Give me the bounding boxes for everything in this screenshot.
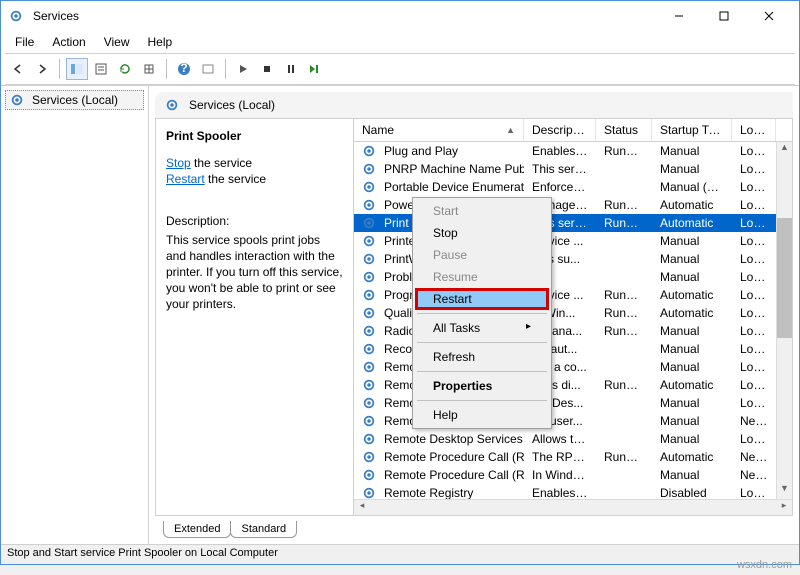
menu-help[interactable]: Help — [140, 33, 181, 51]
refresh-button[interactable] — [114, 58, 136, 80]
ctx-properties[interactable]: Properties — [415, 375, 549, 397]
col-startup[interactable]: Startup Type — [652, 119, 732, 141]
horizontal-scrollbar[interactable]: ◂ ▸ — [354, 499, 792, 515]
tab-standard[interactable]: Standard — [230, 521, 297, 538]
status-bar: Stop and Start service Print Spooler on … — [1, 544, 799, 564]
back-button[interactable] — [7, 58, 29, 80]
gear-icon — [165, 98, 179, 112]
properties-button[interactable] — [90, 58, 112, 80]
table-row[interactable]: Remote Procedure Call (RP...In Windows..… — [354, 466, 776, 484]
menu-action[interactable]: Action — [44, 33, 93, 51]
list-header[interactable]: Name ▲ Description Status Startup Type L… — [354, 119, 792, 142]
scroll-left-button[interactable]: ◂ — [354, 500, 370, 515]
ctx-refresh[interactable]: Refresh — [415, 346, 549, 368]
restart-link[interactable]: Restart — [166, 172, 205, 186]
service-list[interactable]: Name ▲ Description Status Startup Type L… — [354, 119, 792, 515]
ctx-resume[interactable]: Resume — [415, 266, 549, 288]
col-logon[interactable]: Log O — [732, 119, 776, 141]
ctx-all-tasks[interactable]: All Tasks — [415, 317, 549, 339]
export-button[interactable] — [138, 58, 160, 80]
scroll-right-button[interactable]: ▸ — [776, 500, 792, 515]
tree-root-item[interactable]: Services (Local) — [5, 90, 144, 110]
selected-service-name: Print Spooler — [166, 129, 343, 143]
maximize-button[interactable] — [701, 2, 746, 30]
gear-icon — [10, 93, 24, 107]
app-icon — [9, 9, 23, 23]
scroll-up-button[interactable]: ▲ — [777, 142, 792, 158]
ctx-stop[interactable]: Stop — [415, 222, 549, 244]
context-menu: Start Stop Pause Resume Restart All Task… — [412, 197, 552, 429]
ctx-start[interactable]: Start — [415, 200, 549, 222]
watermark: wsxdn.com — [737, 559, 792, 571]
sort-indicator-icon: ▲ — [506, 125, 515, 135]
show-hide-tree-button[interactable] — [66, 58, 88, 80]
services-window: Services File Action View Help ? — [0, 0, 800, 565]
ctx-restart[interactable]: Restart — [415, 288, 549, 310]
description-text: This service spools print jobs and handl… — [166, 232, 343, 313]
menubar: File Action View Help — [1, 31, 799, 53]
stop-service-button[interactable] — [256, 58, 278, 80]
view-tabs: Extended Standard — [155, 516, 793, 538]
menu-view[interactable]: View — [96, 33, 138, 51]
pane-header-label: Services (Local) — [189, 98, 275, 112]
pause-service-button[interactable] — [280, 58, 302, 80]
toolbar: ? — [1, 54, 799, 84]
col-name[interactable]: Name ▲ — [354, 119, 524, 141]
scroll-down-button[interactable]: ▼ — [777, 483, 792, 499]
console-tree[interactable]: Services (Local) — [1, 86, 149, 544]
stop-link[interactable]: Stop — [166, 156, 191, 170]
restart-service-button[interactable] — [304, 58, 326, 80]
table-row[interactable]: Portable Device Enumerator...Enforces gr… — [354, 178, 776, 196]
table-row[interactable]: Plug and PlayEnables a c...RunningManual… — [354, 142, 776, 160]
help-button[interactable]: ? — [173, 58, 195, 80]
table-row[interactable]: PNRP Machine Name Publi...This service .… — [354, 160, 776, 178]
minimize-button[interactable] — [656, 2, 701, 30]
svg-text:?: ? — [180, 62, 187, 75]
ctx-pause[interactable]: Pause — [415, 244, 549, 266]
start-service-button[interactable] — [232, 58, 254, 80]
detail-pane: Print Spooler Stop the service Restart t… — [156, 119, 354, 515]
tab-extended[interactable]: Extended — [163, 521, 231, 538]
window-title: Services — [33, 9, 656, 23]
description-label: Description: — [166, 213, 343, 229]
tree-root-label: Services (Local) — [32, 93, 118, 107]
pane-header: Services (Local) — [155, 92, 793, 119]
close-button[interactable] — [746, 2, 791, 30]
ctx-help[interactable]: Help — [415, 404, 549, 426]
vertical-scrollbar[interactable]: ▲ ▼ — [776, 142, 792, 499]
forward-button[interactable] — [31, 58, 53, 80]
scroll-thumb[interactable] — [777, 218, 792, 338]
table-row[interactable]: Remote Desktop Services U...Allows the r… — [354, 430, 776, 448]
col-description[interactable]: Description — [524, 119, 596, 141]
toolbar-btn[interactable] — [197, 58, 219, 80]
titlebar[interactable]: Services — [1, 1, 799, 31]
table-row[interactable]: Remote RegistryEnables rem...DisabledLoc… — [354, 484, 776, 499]
menu-file[interactable]: File — [7, 33, 42, 51]
table-row[interactable]: Remote Procedure Call (RPC)The RPCSS s..… — [354, 448, 776, 466]
col-status[interactable]: Status — [596, 119, 652, 141]
